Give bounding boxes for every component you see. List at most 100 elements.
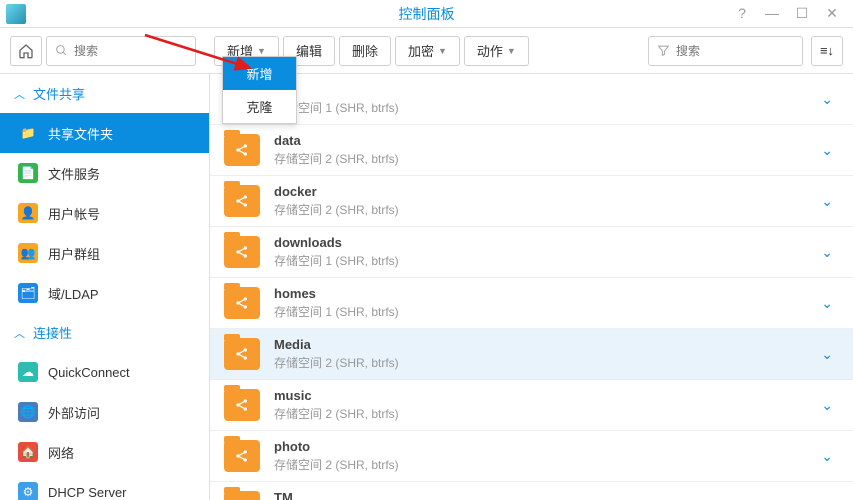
folder-location: 存储空间 2 (SHR, btrfs) [274, 201, 807, 218]
sidebar-search-input[interactable] [74, 44, 187, 58]
chevron-down-icon[interactable]: ⌄ [821, 244, 839, 261]
close-button[interactable]: ✕ [823, 5, 841, 22]
sidebar-item-net[interactable]: 🏠网络 [0, 432, 209, 472]
folder-row[interactable]: photo 存储空间 2 (SHR, btrfs) ⌄ [210, 431, 853, 482]
new-dropdown: 新增 克隆 [222, 56, 297, 124]
shared-folder-icon [224, 491, 260, 500]
filter-search-input[interactable] [676, 44, 794, 58]
chevron-down-icon[interactable]: ⌄ [821, 142, 839, 159]
sidebar: ︿ 文件共享 📁共享文件夹📄文件服务 👤 用户帐号 👥 用户群组 🗂 域/LDAP ︿ 连接… [0, 74, 210, 500]
sidebar-item-cloud[interactable]: ☁QuickConnect [0, 352, 209, 392]
folder-text: kup 存储空间 1 (SHR, btrfs) [274, 82, 807, 116]
action-button[interactable]: 动作▼ [464, 36, 529, 66]
sidebar-item-folder[interactable]: 📁共享文件夹 [0, 113, 209, 153]
folder-text: TM 存储空间 1 (SHR, btrfs) [274, 490, 807, 500]
main-list: kup 存储空间 1 (SHR, btrfs) ⌄ data 存储空间 2 (S… [210, 74, 853, 500]
folder-name: music [274, 388, 807, 403]
folder-row[interactable]: music 存储空间 2 (SHR, btrfs) ⌄ [210, 380, 853, 431]
chevron-down-icon[interactable]: ⌄ [821, 448, 839, 465]
folder-name: Media [274, 337, 807, 352]
shared-folder-icon [224, 236, 260, 268]
encrypt-button[interactable]: 加密▼ [395, 36, 460, 66]
home-icon [18, 43, 34, 59]
folder-location: 存储空间 2 (SHR, btrfs) [274, 456, 807, 473]
shared-folder-icon [224, 134, 260, 166]
sidebar-group-fileshare[interactable]: ︿ 文件共享 [0, 74, 209, 113]
sidebar-item-file[interactable]: 📄文件服务 [0, 153, 209, 193]
shared-folder-icon [224, 440, 260, 472]
edit-button-label: 编辑 [296, 41, 322, 60]
encrypt-button-label: 加密 [408, 41, 434, 60]
chevron-down-icon[interactable]: ⌄ [821, 397, 839, 414]
share-icon [234, 193, 250, 209]
sidebar-item-globe[interactable]: 🌐 外部访问 [0, 392, 209, 432]
domain-icon: 🗂 [18, 283, 38, 303]
dropdown-item-new[interactable]: 新增 [223, 57, 296, 90]
share-icon [234, 142, 250, 158]
folder-row[interactable]: TM 存储空间 1 (SHR, btrfs) ⌄ [210, 482, 853, 500]
chevron-down-icon[interactable]: ⌄ [821, 91, 839, 108]
folder-text: downloads 存储空间 1 (SHR, btrfs) [274, 235, 807, 269]
sidebar-item-label: 外部访问 [48, 403, 100, 422]
shared-folder-icon [224, 185, 260, 217]
cloud-icon: ☁ [18, 362, 38, 382]
shared-folder-icon [224, 287, 260, 319]
sidebar-item-label: 网络 [48, 443, 74, 462]
sidebar-item-users[interactable]: 👥 用户群组 [0, 233, 209, 273]
sidebar-group-label: 文件共享 [33, 84, 85, 103]
folder-icon: 📁 [18, 123, 38, 143]
help-button[interactable]: ? [733, 5, 751, 22]
sidebar-group-connectivity[interactable]: ︿ 连接性 [0, 313, 209, 352]
file-icon: 📄 [18, 163, 38, 183]
folder-row[interactable]: Media 存储空间 2 (SHR, btrfs) ⌄ [210, 329, 853, 380]
folder-text: photo 存储空间 2 (SHR, btrfs) [274, 439, 807, 473]
toolbar: 新增▼ 编辑 删除 加密▼ 动作▼ ≡↓ [0, 28, 853, 74]
caret-down-icon: ▼ [507, 46, 516, 56]
share-icon [234, 244, 250, 260]
delete-button-label: 删除 [352, 41, 378, 60]
chevron-down-icon[interactable]: ⌄ [821, 193, 839, 210]
home-button[interactable] [10, 36, 42, 66]
folder-name: photo [274, 439, 807, 454]
folder-text: docker 存储空间 2 (SHR, btrfs) [274, 184, 807, 218]
sidebar-item-label: 用户群组 [48, 244, 100, 263]
sidebar-item-label: DHCP Server [48, 485, 127, 500]
user-icon: 👤 [18, 203, 38, 223]
folder-location: 存储空间 2 (SHR, btrfs) [274, 405, 807, 422]
shared-folder-icon [224, 389, 260, 421]
sidebar-item-label: 域/LDAP [48, 284, 99, 303]
chevron-down-icon[interactable]: ⌄ [821, 346, 839, 363]
search-icon [55, 44, 68, 57]
dropdown-item-clone[interactable]: 克隆 [223, 90, 296, 123]
delete-button[interactable]: 删除 [339, 36, 391, 66]
chevron-down-icon[interactable]: ⌄ [821, 295, 839, 312]
sidebar-item-domain[interactable]: 🗂 域/LDAP [0, 273, 209, 313]
chevron-up-icon: ︿ [14, 86, 25, 102]
shared-folder-icon [224, 338, 260, 370]
sidebar-item-user[interactable]: 👤 用户帐号 [0, 193, 209, 233]
folder-row[interactable]: homes 存储空间 1 (SHR, btrfs) ⌄ [210, 278, 853, 329]
folder-row[interactable]: data 存储空间 2 (SHR, btrfs) ⌄ [210, 125, 853, 176]
chevron-up-icon: ︿ [14, 325, 25, 341]
folder-text: data 存储空间 2 (SHR, btrfs) [274, 133, 807, 167]
sort-button[interactable]: ≡↓ [811, 36, 843, 66]
maximize-button[interactable]: ☐ [793, 5, 811, 22]
folder-text: homes 存储空间 1 (SHR, btrfs) [274, 286, 807, 320]
folder-row[interactable]: downloads 存储空间 1 (SHR, btrfs) ⌄ [210, 227, 853, 278]
folder-location: 存储空间 2 (SHR, btrfs) [274, 150, 807, 167]
funnel-icon [657, 44, 670, 57]
sidebar-item-label: 用户帐号 [48, 204, 100, 223]
folder-row[interactable]: docker 存储空间 2 (SHR, btrfs) ⌄ [210, 176, 853, 227]
filter-search[interactable] [648, 36, 803, 66]
dhcp-icon: ⚙ [18, 482, 38, 500]
folder-name: homes [274, 286, 807, 301]
globe-icon: 🌐 [18, 402, 38, 422]
sidebar-search[interactable] [46, 36, 196, 66]
users-icon: 👥 [18, 243, 38, 263]
sidebar-item-dhcp[interactable]: ⚙ DHCP Server [0, 472, 209, 500]
folder-row[interactable]: kup 存储空间 1 (SHR, btrfs) ⌄ [210, 74, 853, 125]
share-icon [234, 346, 250, 362]
window-controls: ? — ☐ ✕ [733, 5, 853, 22]
minimize-button[interactable]: — [763, 5, 781, 22]
share-icon [234, 295, 250, 311]
